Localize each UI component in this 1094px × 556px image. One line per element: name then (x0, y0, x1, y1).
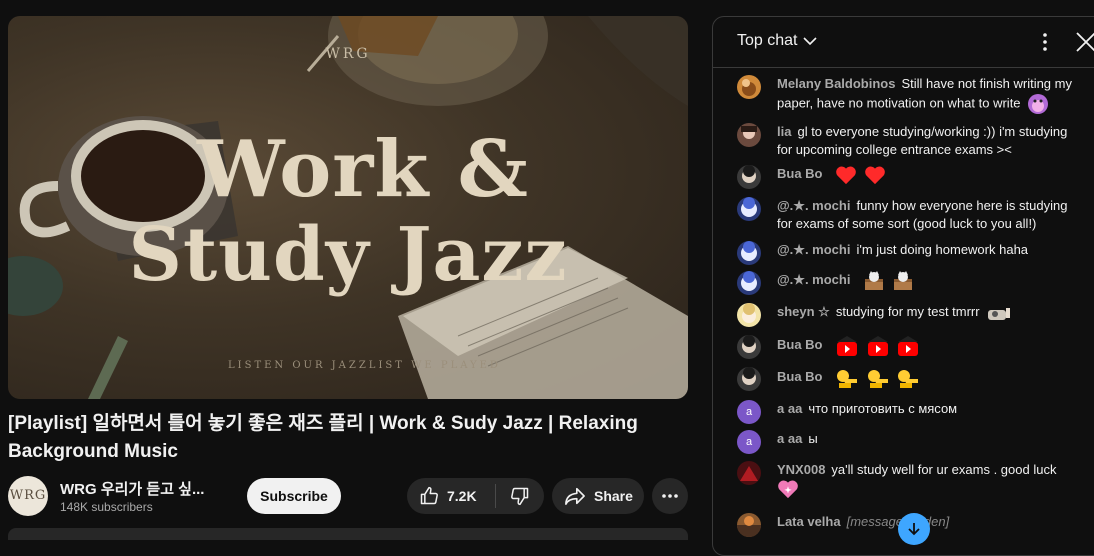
close-icon (1076, 32, 1094, 52)
chat-text: ы (808, 431, 818, 446)
thumbs-down-icon (511, 487, 529, 506)
channel-avatar[interactable]: WRG (8, 476, 48, 516)
user-avatar[interactable]: a (737, 430, 761, 454)
subscriber-count: 148K subscribers (60, 500, 153, 514)
user-avatar[interactable] (737, 123, 761, 147)
youtube-play-icon (867, 336, 888, 356)
chat-menu-button[interactable] (1035, 31, 1055, 53)
video-title: [Playlist] 일하면서 틀어 놓기 좋은 재즈 플리 | Work & … (8, 413, 638, 462)
study-emoji-icon (988, 307, 1011, 320)
chat-message[interactable]: a a aa что приготовить с мясом (737, 400, 1077, 424)
chat-author[interactable]: Bua Bo (777, 166, 823, 181)
arrow-down-icon (908, 523, 920, 536)
share-button[interactable]: Share (552, 478, 644, 514)
chat-author[interactable]: lia (777, 124, 791, 139)
chat-message[interactable]: @.★. mochi funny how everyone here is stu… (737, 197, 1077, 233)
chat-author[interactable]: sheyn ☆ (777, 304, 830, 319)
red-heart-icon (836, 166, 856, 185)
user-avatar[interactable] (737, 303, 761, 327)
chat-message[interactable]: Melany Baldobinos Still have not finish w… (737, 75, 1077, 115)
chat-text: ya'll study well for ur exams . good luc… (831, 462, 1057, 477)
chat-author[interactable]: Melany Baldobinos (777, 76, 895, 91)
chat-message[interactable]: @.★. mochi (737, 271, 1077, 295)
thumbs-up-icon (420, 486, 438, 505)
user-avatar[interactable] (737, 513, 761, 537)
scroll-to-bottom-button[interactable] (898, 513, 930, 545)
chat-author[interactable]: @.★. mochi (777, 272, 850, 287)
chat-mode-label: Top chat (737, 32, 798, 49)
like-dislike-group: 7.2K (407, 478, 544, 514)
user-avatar[interactable] (737, 165, 761, 189)
like-button[interactable]: 7.2K (407, 478, 495, 514)
user-avatar[interactable] (737, 461, 761, 485)
pointing-hand-icon (837, 370, 858, 388)
pointing-hand-icon (867, 370, 888, 388)
cat-in-box-icon (865, 271, 884, 290)
more-actions-button[interactable] (652, 478, 688, 514)
share-arrow-icon (565, 487, 585, 505)
thumbnail-brand: WRG (325, 46, 371, 62)
chat-message[interactable]: @.★. mochi i'm just doing homework haha (737, 241, 1077, 265)
user-avatar[interactable] (737, 197, 761, 221)
user-avatar[interactable]: a (737, 400, 761, 424)
chat-message[interactable]: YNX008 ya'll study well for ur exams . go… (737, 461, 1077, 499)
chat-author[interactable]: a aa (777, 431, 802, 446)
chat-author[interactable]: Bua Bo (777, 369, 823, 384)
chat-author[interactable]: YNX008 (777, 462, 825, 477)
youtube-play-icon (898, 336, 919, 356)
chat-message[interactable]: Bua Bo (737, 367, 1077, 391)
chat-author[interactable]: @.★. mochi (777, 198, 850, 213)
chevron-down-icon (803, 37, 818, 46)
chat-message[interactable]: Bua Bo (737, 335, 1077, 359)
chat-text: что приготовить с мясом (808, 401, 958, 416)
youtube-play-icon (837, 336, 858, 356)
chat-message[interactable]: lia gl to everyone studying/working :)) i… (737, 123, 1077, 159)
user-avatar[interactable] (737, 271, 761, 295)
user-avatar[interactable] (737, 241, 761, 265)
thumbnail-subtitle: LISTEN OUR JAZZLIST WE PLAYED (228, 360, 501, 371)
thumbnail-title-line2: Study Jazz (128, 212, 568, 298)
cat-in-box-icon (893, 271, 912, 290)
red-heart-icon (864, 166, 885, 185)
like-count: 7.2K (447, 488, 477, 504)
close-chat-button[interactable] (1073, 29, 1094, 55)
chat-author[interactable]: Bua Bo (777, 337, 823, 352)
chat-text: i'm just doing homework haha (856, 242, 1029, 257)
chat-author[interactable]: a aa (777, 401, 802, 416)
user-avatar[interactable] (737, 367, 761, 391)
video-player[interactable]: WRG Work & Study Jazz LISTEN OUR JAZZLIS… (8, 16, 688, 399)
thumbnail-title-line1: Work & (197, 124, 529, 215)
dislike-button[interactable] (496, 478, 544, 514)
face-emoji-icon (1028, 94, 1049, 114)
chat-text: gl to everyone studying/working :)) i'm … (777, 124, 1068, 157)
more-vertical-icon (1043, 33, 1047, 51)
chat-author[interactable]: Lata velha (777, 514, 841, 529)
chat-message[interactable]: Bua Bo (737, 165, 1077, 189)
subscribe-button[interactable]: Subscribe (247, 478, 341, 514)
description-box-edge[interactable] (8, 528, 688, 540)
pointing-hand-icon (898, 370, 919, 388)
chat-message[interactable]: a a aa ы (737, 430, 1077, 454)
user-avatar[interactable] (737, 75, 761, 99)
channel-name[interactable]: WRG 우리가 듣고 싶... (60, 478, 230, 499)
chat-header: Top chat (713, 17, 1094, 68)
live-chat-panel: Top chat Melany Baldobinos Still have not… (712, 16, 1094, 556)
chat-text: studying for my test tmrrr (835, 304, 980, 319)
sparkle-heart-icon (778, 480, 798, 499)
user-avatar[interactable] (737, 335, 761, 359)
chat-mode-dropdown[interactable]: Top chat (737, 32, 818, 50)
chat-message[interactable]: sheyn ☆ studying for my test tmrrr (737, 303, 1077, 327)
share-label: Share (594, 488, 633, 504)
more-horizontal-icon (662, 494, 678, 498)
chat-author[interactable]: @.★. mochi (777, 242, 850, 257)
